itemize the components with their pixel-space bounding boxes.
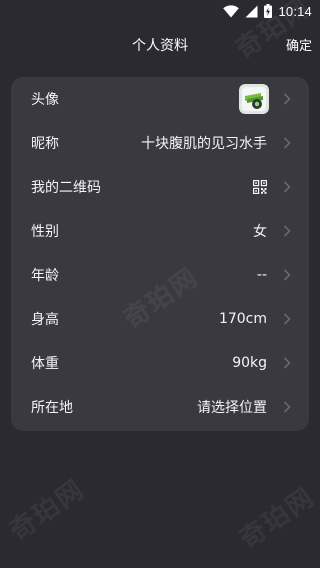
- signal-icon: [245, 5, 258, 17]
- watermark: 奇珀网: [4, 474, 91, 547]
- app-header: 个人资料 确定: [0, 22, 320, 66]
- age-value: --: [256, 267, 267, 283]
- profile-row-gender[interactable]: 性别 女: [11, 209, 309, 253]
- status-bar: 10:14: [0, 0, 320, 22]
- chevron-right-icon: [284, 357, 291, 369]
- chevron-right-icon: [284, 181, 291, 193]
- status-time: 10:14: [278, 3, 312, 19]
- row-label: 头像: [31, 92, 59, 108]
- chevron-right-icon: [284, 225, 291, 237]
- row-label: 我的二维码: [31, 180, 101, 196]
- confirm-button[interactable]: 确定: [286, 35, 312, 54]
- avatar: [239, 84, 269, 114]
- chevron-right-icon: [284, 401, 291, 413]
- profile-card: 头像 昵称 十块腹肌的见习水手 我的二维码 性别 女 年龄 -- 身高 170c…: [11, 77, 309, 431]
- profile-row-nickname[interactable]: 昵称 十块腹肌的见习水手: [11, 121, 309, 165]
- page-title: 个人资料: [132, 38, 188, 54]
- weight-value: 90kg: [232, 355, 267, 371]
- profile-row-qrcode[interactable]: 我的二维码: [11, 165, 309, 209]
- chevron-right-icon: [284, 269, 291, 281]
- chevron-right-icon: [284, 313, 291, 325]
- row-label: 年龄: [31, 268, 59, 284]
- row-label: 所在地: [31, 400, 73, 416]
- chevron-right-icon: [284, 93, 291, 105]
- profile-row-avatar[interactable]: 头像: [11, 77, 309, 121]
- gender-value: 女: [253, 224, 267, 240]
- row-label: 体重: [31, 356, 59, 372]
- height-value: 170cm: [218, 311, 267, 327]
- row-label: 昵称: [31, 136, 59, 152]
- row-label: 身高: [31, 312, 59, 328]
- profile-row-weight[interactable]: 体重 90kg: [11, 341, 309, 385]
- row-label: 性别: [31, 224, 59, 240]
- wifi-icon: [223, 4, 240, 17]
- profile-row-location[interactable]: 所在地 请选择位置: [11, 385, 309, 429]
- battery-charging-icon: [264, 4, 273, 18]
- nickname-value: 十块腹肌的见习水手: [141, 136, 267, 152]
- profile-row-age[interactable]: 年龄 --: [11, 253, 309, 297]
- chevron-right-icon: [284, 137, 291, 149]
- qr-code-icon: [253, 180, 267, 194]
- location-value: 请选择位置: [197, 400, 267, 416]
- profile-row-height[interactable]: 身高 170cm: [11, 297, 309, 341]
- watermark: 奇珀网: [234, 482, 320, 555]
